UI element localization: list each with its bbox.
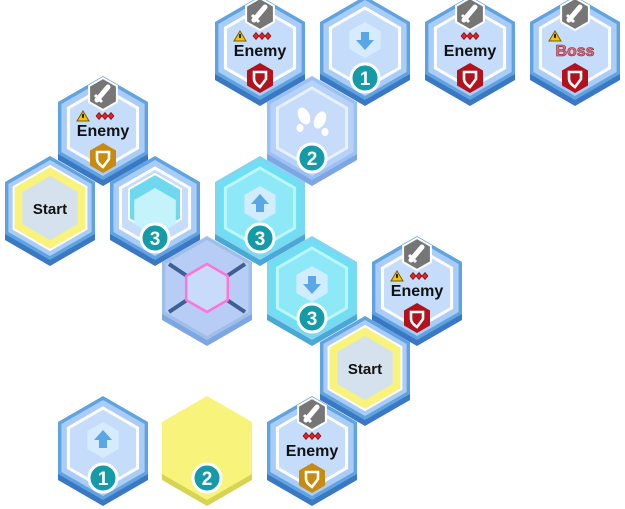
difficulty-diamonds-icon xyxy=(409,272,429,280)
svg-text:2: 2 xyxy=(307,149,318,170)
tile-label: Enemy xyxy=(444,43,497,60)
selection-marker xyxy=(184,262,230,314)
svg-text:3: 3 xyxy=(307,309,318,330)
hex-tile-enemy[interactable]: Boss xyxy=(530,0,620,106)
sword-icon xyxy=(560,0,590,32)
svg-text:3: 3 xyxy=(255,229,266,250)
move-cost-badge: 3 xyxy=(139,222,171,254)
tile-label: Enemy xyxy=(391,283,444,300)
hex-tile-enemy[interactable]: Enemy xyxy=(425,0,515,106)
sword-icon xyxy=(88,76,118,112)
move-cost-badge: 3 xyxy=(296,302,328,334)
move-cost-badge: 2 xyxy=(296,142,328,174)
svg-text:3: 3 xyxy=(150,229,161,250)
tile-label: Start xyxy=(33,201,67,218)
hex-tile-blue[interactable]: 1 xyxy=(58,396,148,506)
hex-board: Enemy 1 Enemy Boss Enemy 2 Start 3 3 3 Enemy Start 1… xyxy=(5,0,620,506)
tile-label: Enemy xyxy=(286,443,339,460)
difficulty-diamonds-icon xyxy=(252,32,272,40)
move-cost-badge: 2 xyxy=(191,462,223,494)
tile-label: Boss xyxy=(555,43,594,60)
sword-icon xyxy=(402,236,432,272)
difficulty-diamonds-icon xyxy=(95,112,115,120)
svg-text:2: 2 xyxy=(202,469,213,490)
sword-icon xyxy=(455,0,485,32)
difficulty-diamonds-icon xyxy=(460,32,480,40)
difficulty-diamonds-icon xyxy=(302,432,322,440)
tile-label: Enemy xyxy=(234,43,287,60)
move-cost-badge: 1 xyxy=(87,462,119,494)
tile-label: Start xyxy=(348,361,382,378)
move-cost-badge: 1 xyxy=(349,62,381,94)
svg-text:1: 1 xyxy=(360,69,371,90)
tile-label: Enemy xyxy=(77,123,130,140)
hex-tile-yellow[interactable]: 2 xyxy=(162,396,252,506)
sword-icon xyxy=(297,396,327,432)
svg-text:1: 1 xyxy=(98,469,109,490)
sword-icon xyxy=(245,0,275,32)
move-cost-badge: 3 xyxy=(244,222,276,254)
